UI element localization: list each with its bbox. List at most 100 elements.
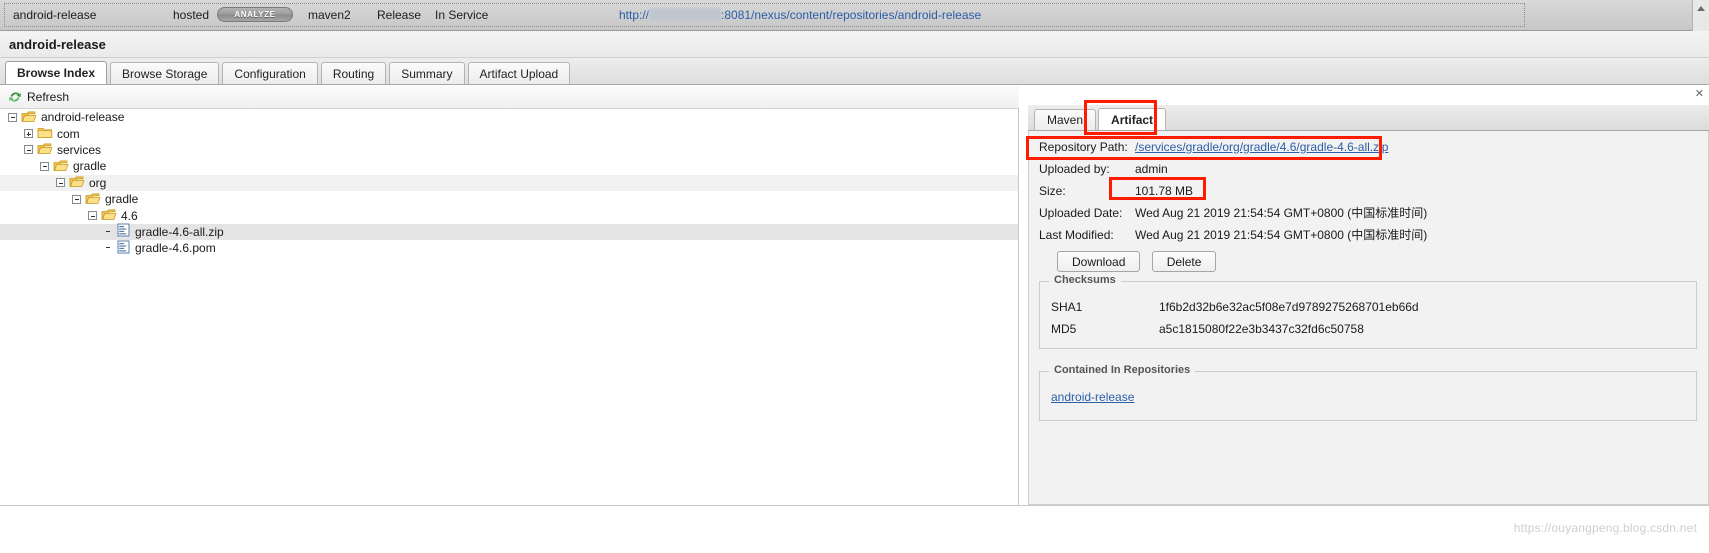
contained-repo-list: android-release	[1051, 390, 1134, 404]
triangle-up-icon[interactable]	[1697, 6, 1705, 11]
collapse-icon[interactable]	[24, 145, 33, 155]
checksums-fieldset: Checksums SHA1 1f6b2d32b6e32ac5f08e7d978…	[1039, 274, 1697, 349]
page-title: android-release	[0, 31, 1709, 58]
contained-in-repositories-fieldset: Contained In Repositories android-releas…	[1039, 364, 1697, 421]
field-uploaded-by: Uploaded by: admin	[1039, 159, 1168, 178]
collapse-icon[interactable]	[72, 194, 81, 204]
label-last-modified: Last Modified:	[1039, 227, 1114, 242]
url-prefix: http://	[619, 8, 650, 22]
folder-open-icon	[101, 207, 117, 224]
refresh-label: Refresh	[27, 89, 70, 104]
value-uploaded-date: Wed Aug 21 2019 21:54:54 GMT+0800 (中国标准时…	[1135, 206, 1428, 220]
refresh-button[interactable]: Refresh	[0, 85, 1019, 109]
window-bottom-strip	[0, 505, 1709, 553]
collapse-icon[interactable]	[88, 211, 97, 221]
summary-status: In Service	[435, 8, 489, 22]
tree-node-org[interactable]: org	[0, 174, 1018, 191]
value-size: 101.78 MB	[1135, 183, 1194, 198]
vertical-scrollbar[interactable]	[1692, 0, 1709, 31]
tree-node-label: com	[57, 126, 80, 141]
repository-index-tree[interactable]: android-release com services gradle org gradl…	[0, 109, 1019, 505]
close-icon[interactable]: ✕	[1695, 87, 1704, 100]
artifact-detail-body: Repository Path: /services/gradle/org/gr…	[1028, 131, 1709, 505]
main-tab-strip: Browse Index Browse Storage Configuratio…	[0, 58, 1709, 85]
tree-node-label: org	[89, 175, 107, 190]
summary-repository-name: android-release	[13, 8, 97, 22]
tab-summary[interactable]: Summary	[389, 62, 465, 84]
field-last-modified: Last Modified: Wed Aug 21 2019 21:54:54 …	[1039, 225, 1427, 244]
tree-node-label: services	[57, 142, 102, 157]
tab-routing[interactable]: Routing	[320, 62, 387, 84]
delete-button[interactable]: Delete	[1151, 251, 1217, 272]
tab-browse-storage[interactable]: Browse Storage	[110, 62, 220, 84]
refresh-icon	[8, 90, 22, 104]
checksum-value-sha1: 1f6b2d32b6e32ac5f08e7d9789275268701eb66d	[1159, 300, 1419, 314]
tree-node-label: 4.6	[121, 208, 138, 223]
expand-icon[interactable]	[24, 129, 33, 139]
checksums-legend: Checksums	[1049, 274, 1121, 286]
detail-action-buttons: Download Delete	[1057, 251, 1224, 272]
tree-node-services[interactable]: services	[0, 142, 1018, 158]
detail-tab-strip: Maven Artifact	[1028, 105, 1709, 131]
file-icon	[117, 223, 130, 240]
tree-node-label: gradle	[105, 192, 139, 207]
tree-node-label: gradle	[73, 159, 107, 174]
download-button[interactable]: Download	[1057, 251, 1141, 272]
folder-open-icon	[69, 174, 85, 191]
tree-spacer	[104, 244, 113, 253]
summary-repository-url[interactable]: http:// :8081/nexus/content/repositories/…	[619, 8, 981, 22]
folder-icon	[37, 125, 53, 142]
checksum-row-sha1: SHA1 1f6b2d32b6e32ac5f08e7d9789275268701…	[1051, 298, 1419, 316]
collapse-icon[interactable]	[8, 112, 17, 122]
label-uploaded-date: Uploaded Date:	[1039, 205, 1123, 220]
analyze-button[interactable]: ANALYZE	[217, 7, 293, 22]
folder-open-icon	[21, 109, 37, 126]
checksum-name-md5: MD5	[1051, 322, 1077, 336]
folder-open-icon	[85, 191, 101, 208]
tab-maven[interactable]: Maven	[1034, 109, 1097, 130]
tree-node-gradle[interactable]: gradle	[0, 158, 1018, 174]
repository-summary-row[interactable]: android-release hosted ANALYZE maven2 Re…	[4, 3, 1525, 27]
url-suffix: :8081/nexus/content/repositories/android…	[721, 8, 982, 22]
summary-repository-type: hosted	[173, 8, 210, 22]
value-last-modified: Wed Aug 21 2019 21:54:54 GMT+0800 (中国标准时…	[1135, 228, 1428, 242]
checksum-name-sha1: SHA1	[1051, 300, 1083, 314]
collapse-icon[interactable]	[40, 161, 49, 171]
label-repository-path: Repository Path:	[1039, 139, 1128, 154]
value-uploaded-by: admin	[1135, 161, 1168, 176]
tab-configuration[interactable]: Configuration	[222, 62, 318, 84]
tab-browse-index[interactable]: Browse Index	[5, 61, 108, 84]
artifact-detail-pane: ✕ Maven Artifact Repository Path: /servi…	[1020, 85, 1709, 505]
summary-policy: Release	[377, 8, 422, 22]
tree-node-gradle-4.6.pom[interactable]: gradle-4.6.pom	[0, 240, 1018, 256]
label-size: Size:	[1039, 183, 1066, 198]
field-repository-path: Repository Path: /services/gradle/org/gr…	[1039, 137, 1388, 156]
tree-node-label: gradle-4.6.pom	[135, 241, 216, 256]
tree-node-4.6[interactable]: 4.6	[0, 207, 1018, 223]
folder-open-icon	[53, 158, 69, 175]
tree-node-android-release[interactable]: android-release	[0, 109, 1018, 125]
redacted-host	[649, 8, 722, 21]
contained-repo-link-android-release[interactable]: android-release	[1051, 390, 1134, 404]
folder-open-icon	[37, 141, 53, 158]
checksum-value-md5: a5c1815080f22e3b3437c32fd6c50758	[1159, 322, 1364, 336]
tree-node-gradle-4.6-all.zip[interactable]: gradle-4.6-all.zip	[0, 223, 1018, 241]
tree-node-gradle[interactable]: gradle	[0, 191, 1018, 207]
tab-artifact-upload[interactable]: Artifact Upload	[467, 62, 571, 84]
repository-path-link[interactable]: /services/gradle/org/gradle/4.6/gradle-4…	[1135, 140, 1388, 154]
repository-summary-bar: android-release hosted ANALYZE maven2 Re…	[0, 0, 1709, 31]
tree-node-label: gradle-4.6-all.zip	[135, 224, 224, 239]
contained-in-legend: Contained In Repositories	[1049, 364, 1196, 376]
file-icon	[117, 240, 130, 257]
collapse-icon[interactable]	[56, 178, 65, 188]
summary-provider: maven2	[308, 8, 351, 22]
tree-node-label: android-release	[41, 110, 125, 125]
field-uploaded-date: Uploaded Date: Wed Aug 21 2019 21:54:54 …	[1039, 203, 1427, 222]
tree-node-com[interactable]: com	[0, 125, 1018, 141]
checksum-row-md5: MD5 a5c1815080f22e3b3437c32fd6c50758	[1051, 320, 1364, 338]
tree-spacer	[104, 227, 113, 236]
tab-artifact[interactable]: Artifact	[1098, 108, 1167, 130]
label-uploaded-by: Uploaded by:	[1039, 161, 1110, 176]
value-repository-path[interactable]: /services/gradle/org/gradle/4.6/gradle-4…	[1135, 140, 1388, 154]
watermark-text: https://ouyangpeng.blog.csdn.net	[1513, 521, 1697, 535]
